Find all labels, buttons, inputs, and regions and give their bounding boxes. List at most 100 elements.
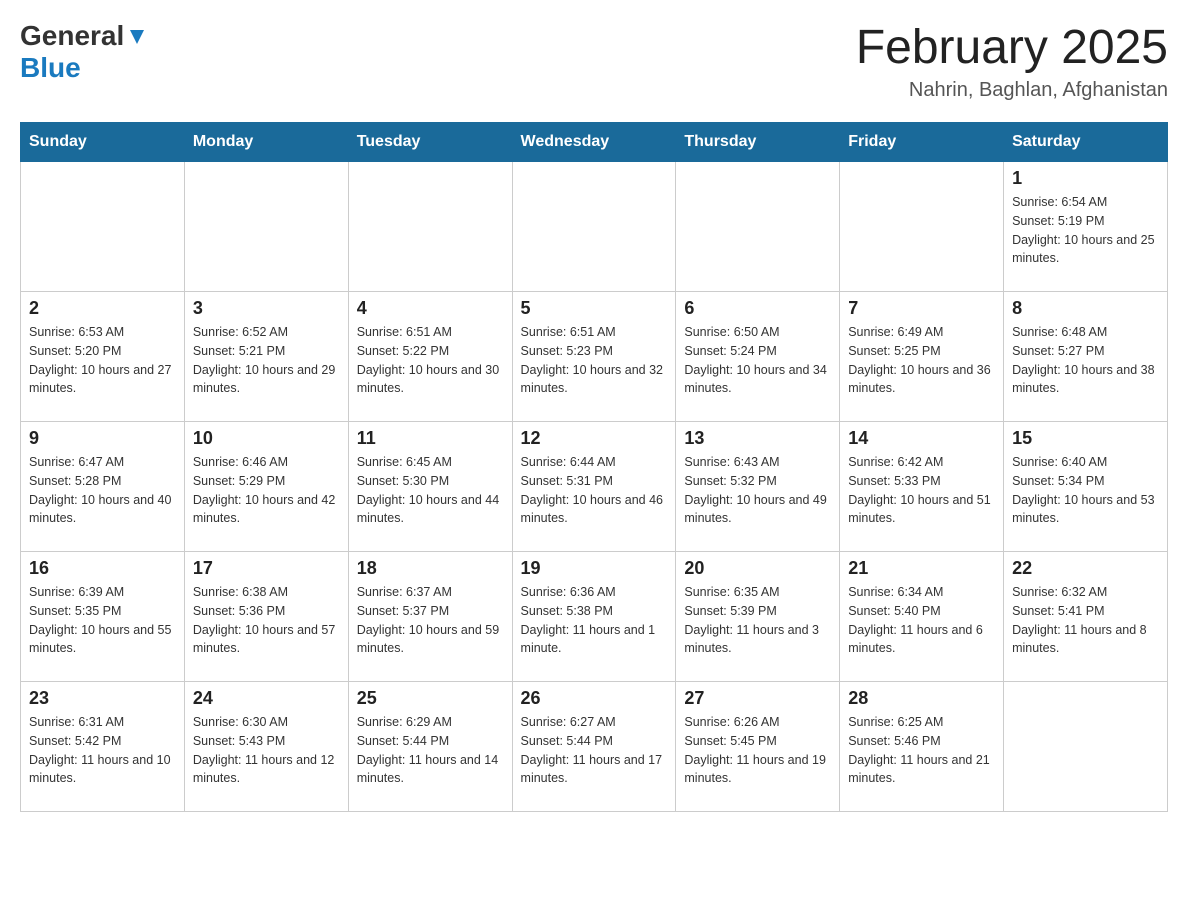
table-row: 27 Sunrise: 6:26 AMSunset: 5:45 PMDayligh… — [676, 682, 840, 812]
month-title: February 2025 — [856, 20, 1168, 75]
day-number: 21 — [848, 558, 995, 579]
logo-arrow-icon — [126, 26, 148, 48]
calendar-header-row: Sunday Monday Tuesday Wednesday Thursday… — [21, 123, 1168, 162]
day-info: Sunrise: 6:29 AMSunset: 5:44 PMDaylight:… — [357, 713, 504, 788]
day-number: 6 — [684, 298, 831, 319]
col-tuesday: Tuesday — [348, 123, 512, 162]
day-number: 12 — [521, 428, 668, 449]
day-number: 5 — [521, 298, 668, 319]
day-number: 4 — [357, 298, 504, 319]
day-number: 28 — [848, 688, 995, 709]
day-info: Sunrise: 6:44 AMSunset: 5:31 PMDaylight:… — [521, 453, 668, 528]
table-row: 10 Sunrise: 6:46 AMSunset: 5:29 PMDayligh… — [184, 422, 348, 552]
calendar-table: Sunday Monday Tuesday Wednesday Thursday… — [20, 122, 1168, 812]
day-info: Sunrise: 6:51 AMSunset: 5:23 PMDaylight:… — [521, 323, 668, 398]
table-row: 28 Sunrise: 6:25 AMSunset: 5:46 PMDayligh… — [840, 682, 1004, 812]
day-number: 15 — [1012, 428, 1159, 449]
col-thursday: Thursday — [676, 123, 840, 162]
day-info: Sunrise: 6:46 AMSunset: 5:29 PMDaylight:… — [193, 453, 340, 528]
col-sunday: Sunday — [21, 123, 185, 162]
day-info: Sunrise: 6:34 AMSunset: 5:40 PMDaylight:… — [848, 583, 995, 658]
day-info: Sunrise: 6:26 AMSunset: 5:45 PMDaylight:… — [684, 713, 831, 788]
logo-general-text: General — [20, 20, 124, 52]
table-row — [840, 162, 1004, 292]
table-row: 12 Sunrise: 6:44 AMSunset: 5:31 PMDayligh… — [512, 422, 676, 552]
table-row — [348, 162, 512, 292]
day-number: 24 — [193, 688, 340, 709]
table-row: 14 Sunrise: 6:42 AMSunset: 5:33 PMDayligh… — [840, 422, 1004, 552]
table-row: 21 Sunrise: 6:34 AMSunset: 5:40 PMDayligh… — [840, 552, 1004, 682]
table-row: 9Sunrise: 6:47 AMSunset: 5:28 PMDaylight… — [21, 422, 185, 552]
day-info: Sunrise: 6:43 AMSunset: 5:32 PMDaylight:… — [684, 453, 831, 528]
day-info: Sunrise: 6:37 AMSunset: 5:37 PMDaylight:… — [357, 583, 504, 658]
day-info: Sunrise: 6:42 AMSunset: 5:33 PMDaylight:… — [848, 453, 995, 528]
logo: General Blue — [20, 20, 148, 84]
day-number: 10 — [193, 428, 340, 449]
calendar-week-row: 9Sunrise: 6:47 AMSunset: 5:28 PMDaylight… — [21, 422, 1168, 552]
table-row: 26 Sunrise: 6:27 AMSunset: 5:44 PMDayligh… — [512, 682, 676, 812]
day-number: 13 — [684, 428, 831, 449]
day-info: Sunrise: 6:52 AMSunset: 5:21 PMDaylight:… — [193, 323, 340, 398]
table-row: 20 Sunrise: 6:35 AMSunset: 5:39 PMDayligh… — [676, 552, 840, 682]
day-info: Sunrise: 6:35 AMSunset: 5:39 PMDaylight:… — [684, 583, 831, 658]
day-number: 11 — [357, 428, 504, 449]
table-row: 7Sunrise: 6:49 AMSunset: 5:25 PMDaylight… — [840, 292, 1004, 422]
col-wednesday: Wednesday — [512, 123, 676, 162]
day-number: 17 — [193, 558, 340, 579]
table-row: 24 Sunrise: 6:30 AMSunset: 5:43 PMDayligh… — [184, 682, 348, 812]
table-row: 15 Sunrise: 6:40 AMSunset: 5:34 PMDayligh… — [1004, 422, 1168, 552]
day-info: Sunrise: 6:50 AMSunset: 5:24 PMDaylight:… — [684, 323, 831, 398]
table-row: 2Sunrise: 6:53 AMSunset: 5:20 PMDaylight… — [21, 292, 185, 422]
table-row: 6 Sunrise: 6:50 AMSunset: 5:24 PMDaylight… — [676, 292, 840, 422]
day-info: Sunrise: 6:45 AMSunset: 5:30 PMDaylight:… — [357, 453, 504, 528]
calendar-week-row: 16 Sunrise: 6:39 AMSunset: 5:35 PMDayligh… — [21, 552, 1168, 682]
day-number: 16 — [29, 558, 176, 579]
day-info: Sunrise: 6:30 AMSunset: 5:43 PMDaylight:… — [193, 713, 340, 788]
page-header: General Blue February 2025 Nahrin, Baghl… — [20, 20, 1168, 102]
day-number: 27 — [684, 688, 831, 709]
day-number: 3 — [193, 298, 340, 319]
calendar-week-row: 2Sunrise: 6:53 AMSunset: 5:20 PMDaylight… — [21, 292, 1168, 422]
day-number: 9 — [29, 428, 176, 449]
day-info: Sunrise: 6:31 AMSunset: 5:42 PMDaylight:… — [29, 713, 176, 788]
day-number: 14 — [848, 428, 995, 449]
calendar-week-row: 1 Sunrise: 6:54 AMSunset: 5:19 PMDaylight… — [21, 162, 1168, 292]
col-monday: Monday — [184, 123, 348, 162]
table-row: 17Sunrise: 6:38 AMSunset: 5:36 PMDayligh… — [184, 552, 348, 682]
day-info: Sunrise: 6:54 AMSunset: 5:19 PMDaylight:… — [1012, 193, 1159, 268]
day-number: 26 — [521, 688, 668, 709]
table-row: 16 Sunrise: 6:39 AMSunset: 5:35 PMDayligh… — [21, 552, 185, 682]
day-number: 23 — [29, 688, 176, 709]
day-info: Sunrise: 6:25 AMSunset: 5:46 PMDaylight:… — [848, 713, 995, 788]
table-row — [512, 162, 676, 292]
table-row: 1 Sunrise: 6:54 AMSunset: 5:19 PMDaylight… — [1004, 162, 1168, 292]
table-row: 4 Sunrise: 6:51 AMSunset: 5:22 PMDaylight… — [348, 292, 512, 422]
table-row: 3 Sunrise: 6:52 AMSunset: 5:21 PMDaylight… — [184, 292, 348, 422]
day-number: 22 — [1012, 558, 1159, 579]
day-info: Sunrise: 6:27 AMSunset: 5:44 PMDaylight:… — [521, 713, 668, 788]
day-info: Sunrise: 6:39 AMSunset: 5:35 PMDaylight:… — [29, 583, 176, 658]
day-number: 2 — [29, 298, 176, 319]
title-block: February 2025 Nahrin, Baghlan, Afghanist… — [856, 20, 1168, 102]
day-info: Sunrise: 6:32 AMSunset: 5:41 PMDaylight:… — [1012, 583, 1159, 658]
day-info: Sunrise: 6:40 AMSunset: 5:34 PMDaylight:… — [1012, 453, 1159, 528]
table-row — [21, 162, 185, 292]
day-number: 8 — [1012, 298, 1159, 319]
table-row: 25 Sunrise: 6:29 AMSunset: 5:44 PMDayligh… — [348, 682, 512, 812]
calendar-week-row: 23 Sunrise: 6:31 AMSunset: 5:42 PMDayligh… — [21, 682, 1168, 812]
day-number: 19 — [521, 558, 668, 579]
logo-blue-text: Blue — [20, 52, 81, 83]
table-row: 13 Sunrise: 6:43 AMSunset: 5:32 PMDayligh… — [676, 422, 840, 552]
day-info: Sunrise: 6:48 AMSunset: 5:27 PMDaylight:… — [1012, 323, 1159, 398]
day-number: 20 — [684, 558, 831, 579]
table-row — [184, 162, 348, 292]
table-row: 5 Sunrise: 6:51 AMSunset: 5:23 PMDaylight… — [512, 292, 676, 422]
day-number: 25 — [357, 688, 504, 709]
day-number: 1 — [1012, 168, 1159, 189]
table-row — [1004, 682, 1168, 812]
location-title: Nahrin, Baghlan, Afghanistan — [856, 79, 1168, 102]
day-info: Sunrise: 6:51 AMSunset: 5:22 PMDaylight:… — [357, 323, 504, 398]
table-row — [676, 162, 840, 292]
table-row: 19Sunrise: 6:36 AMSunset: 5:38 PMDayligh… — [512, 552, 676, 682]
table-row: 23 Sunrise: 6:31 AMSunset: 5:42 PMDayligh… — [21, 682, 185, 812]
